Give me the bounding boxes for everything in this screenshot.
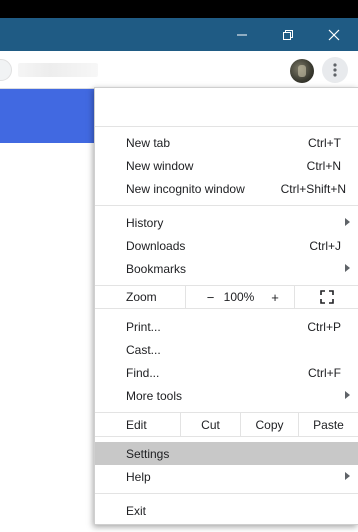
close-button[interactable] <box>311 18 357 51</box>
menu-item-downloads[interactable]: Downloads Ctrl+J <box>95 234 358 257</box>
menu-item-help[interactable]: Help <box>95 465 358 488</box>
zoom-row: Zoom − 100% + <box>95 285 358 309</box>
restore-icon <box>283 29 293 40</box>
menu-item-shortcut: Ctrl+Shift+N <box>280 181 346 196</box>
menu-item-shortcut: Ctrl+F <box>308 365 341 380</box>
menu-item-new-window[interactable]: New window Ctrl+N <box>95 154 358 177</box>
customize-menu-button[interactable] <box>322 57 348 83</box>
minimize-icon <box>237 34 247 35</box>
menu-item-shortcut: Ctrl+J <box>309 238 341 253</box>
zoom-in-button[interactable]: + <box>258 286 292 308</box>
menu-item-label: Help <box>126 469 151 484</box>
menu-item-history[interactable]: History <box>95 211 358 234</box>
menu-item-bookmarks[interactable]: Bookmarks <box>95 257 358 280</box>
edit-row: Edit Cut Copy Paste <box>95 412 358 437</box>
minimize-button[interactable] <box>219 18 265 51</box>
menu-separator <box>95 205 358 206</box>
window-titlebar <box>0 18 358 51</box>
menu-separator <box>95 493 358 494</box>
menu-item-label: Cast... <box>126 342 161 357</box>
page-banner <box>0 89 100 143</box>
menu-item-label: New tab <box>126 135 171 150</box>
three-dots-vertical-icon <box>333 63 337 77</box>
menu-item-label: More tools <box>126 388 183 403</box>
avatar-figure <box>298 65 306 77</box>
menu-item-label: Bookmarks <box>126 261 187 276</box>
menu-item-label: New incognito window <box>126 181 245 196</box>
menu-item-find[interactable]: Find... Ctrl+F <box>95 361 358 384</box>
address-bar-edge[interactable] <box>0 59 12 81</box>
menu-item-cast[interactable]: Cast... <box>95 338 358 361</box>
chrome-main-menu: New tab Ctrl+T New window Ctrl+N New inc… <box>94 87 358 525</box>
zoom-level: 100% <box>223 290 255 304</box>
restore-button[interactable] <box>265 18 311 51</box>
menu-item-label: Find... <box>126 365 160 380</box>
menu-item-new-incognito-window[interactable]: New incognito window Ctrl+Shift+N <box>95 177 358 200</box>
menu-item-shortcut: Ctrl+P <box>307 319 341 334</box>
menu-item-more-tools[interactable]: More tools <box>95 384 358 407</box>
menu-item-print[interactable]: Print... Ctrl+P <box>95 315 358 338</box>
submenu-arrow-icon <box>345 218 350 226</box>
menu-item-label: History <box>126 215 164 230</box>
menu-item-label: New window <box>126 158 194 173</box>
menu-item-settings[interactable]: Settings <box>95 442 358 465</box>
copy-button[interactable]: Copy <box>240 413 298 436</box>
menu-item-label: Settings <box>126 446 170 461</box>
profile-avatar[interactable] <box>290 59 314 83</box>
screen-top-bar <box>0 0 358 18</box>
fullscreen-button[interactable] <box>294 286 358 308</box>
menu-item-shortcut: Ctrl+T <box>308 135 341 150</box>
menu-header <box>95 88 358 126</box>
cut-button[interactable]: Cut <box>180 413 240 436</box>
browser-toolbar <box>0 51 358 89</box>
submenu-arrow-icon <box>345 391 350 399</box>
menu-item-label: Exit <box>126 503 147 518</box>
submenu-arrow-icon <box>345 264 350 272</box>
zoom-label: Zoom <box>126 290 157 304</box>
menu-separator <box>95 126 358 127</box>
edit-label: Edit <box>126 417 147 432</box>
close-icon <box>328 29 340 40</box>
menu-item-exit[interactable]: Exit <box>95 499 358 522</box>
menu-item-new-tab[interactable]: New tab Ctrl+T <box>95 131 358 154</box>
submenu-arrow-icon <box>345 472 350 480</box>
address-bar-text-obscured <box>18 63 98 77</box>
paste-button[interactable]: Paste <box>298 413 358 436</box>
menu-item-label: Downloads <box>126 238 186 253</box>
menu-item-shortcut: Ctrl+N <box>306 158 341 173</box>
fullscreen-icon <box>319 290 334 304</box>
menu-item-label: Print... <box>126 319 161 334</box>
